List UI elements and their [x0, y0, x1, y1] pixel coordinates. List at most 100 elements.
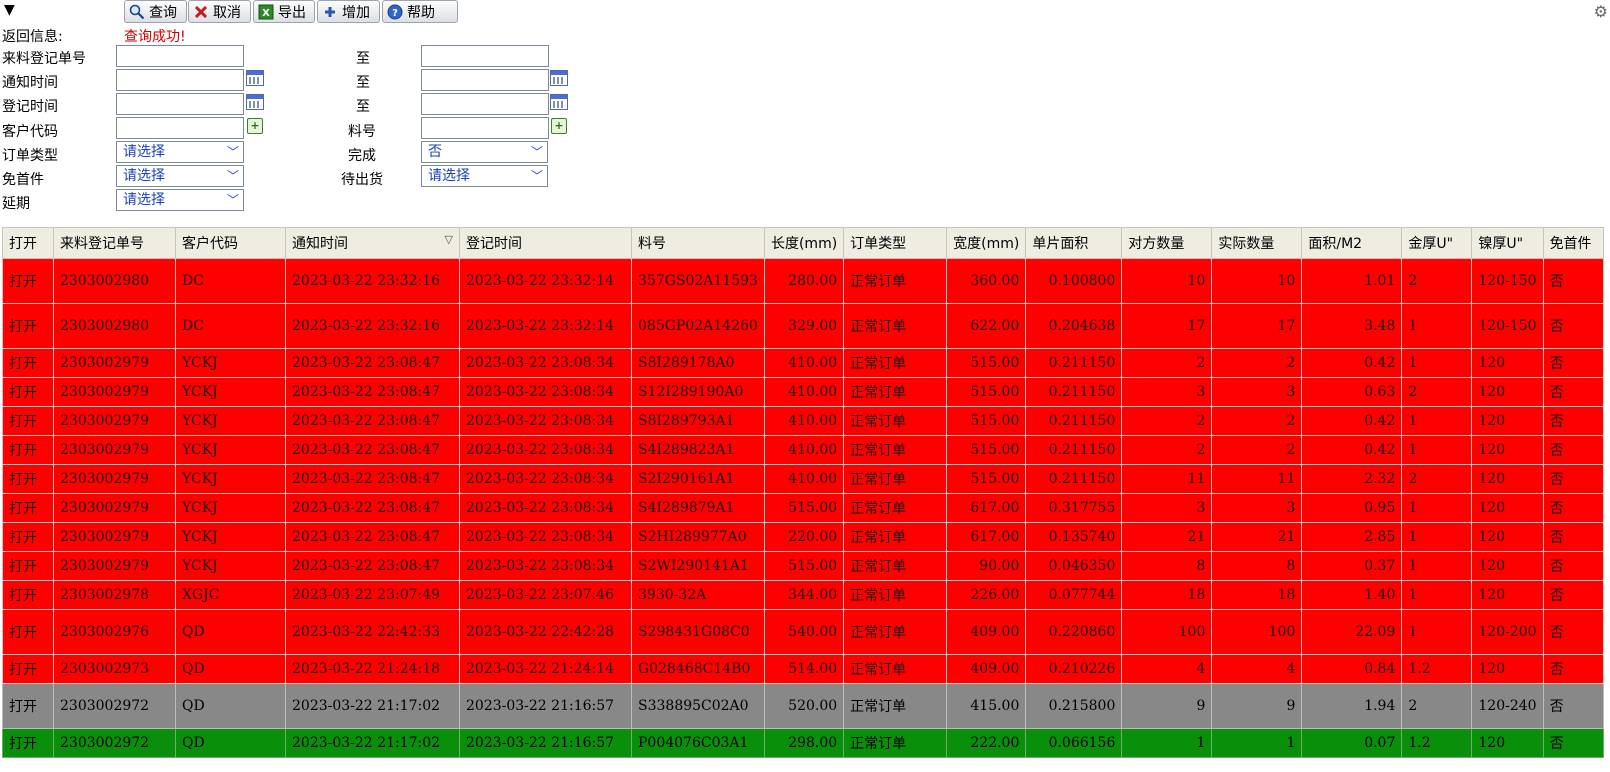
- open-link[interactable]: 打开: [2, 406, 54, 436]
- open-link[interactable]: 打开: [2, 377, 54, 407]
- table-cell: 正常订单: [843, 683, 948, 729]
- open-link[interactable]: 打开: [2, 609, 54, 655]
- table-cell: QD: [175, 609, 286, 655]
- table-cell: 18: [1211, 580, 1303, 610]
- open-link[interactable]: 打开: [2, 551, 54, 581]
- table-cell: 2023-03-22 23:08:47: [285, 406, 460, 436]
- table-cell: 0.100800: [1025, 258, 1123, 304]
- cancel-button[interactable]: 取消: [188, 0, 251, 23]
- table-cell: YCKJ: [175, 464, 286, 494]
- part-no-input[interactable]: [421, 117, 549, 139]
- column-header[interactable]: 客户代码: [175, 227, 286, 259]
- table-cell: 2: [1211, 435, 1303, 465]
- table-cell: 9: [1211, 683, 1303, 729]
- customer-code-input[interactable]: [116, 117, 244, 139]
- receipt-no-to-input[interactable]: [421, 45, 549, 67]
- table-cell: 0.215800: [1025, 683, 1123, 729]
- customer-lookup-icon[interactable]: +: [247, 118, 263, 134]
- open-link[interactable]: 打开: [2, 493, 54, 523]
- column-header[interactable]: 宽度(mm): [946, 227, 1027, 259]
- help-button[interactable]: ? 帮助: [382, 0, 458, 23]
- order-type-select[interactable]: 请选择 ﹀: [116, 141, 244, 163]
- table-cell: 9: [1121, 683, 1213, 729]
- table-cell: 2023-03-22 23:08:47: [285, 377, 460, 407]
- notify-time-from-calendar-icon[interactable]: [246, 70, 264, 86]
- register-time-from-input[interactable]: [116, 93, 244, 115]
- first-article-select[interactable]: 请选择 ﹀: [116, 165, 244, 187]
- table-cell: S298431G08C0: [631, 609, 765, 655]
- column-header[interactable]: 单片面积: [1025, 227, 1123, 259]
- query-button[interactable]: 查询: [124, 0, 187, 23]
- completed-select[interactable]: 否 ﹀: [421, 141, 548, 163]
- register-time-from-calendar-icon[interactable]: [246, 94, 264, 110]
- open-link[interactable]: 打开: [2, 348, 54, 378]
- pending-ship-select[interactable]: 请选择 ﹀: [421, 165, 548, 187]
- open-link[interactable]: 打开: [2, 522, 54, 552]
- notify-time-to-calendar-icon[interactable]: [550, 70, 568, 86]
- receipt-no-from-input[interactable]: [116, 45, 244, 67]
- table-cell: 220.00: [763, 522, 845, 552]
- open-link[interactable]: 打开: [2, 303, 54, 349]
- table-cell: G028468C14B0: [631, 654, 765, 684]
- register-time-to-calendar-icon[interactable]: [550, 94, 568, 110]
- table-cell: YCKJ: [175, 493, 286, 523]
- open-link[interactable]: 打开: [2, 654, 54, 684]
- table-cell: 3: [1121, 493, 1213, 523]
- table-cell: 17: [1211, 303, 1303, 349]
- column-header[interactable]: 实际数量: [1211, 227, 1303, 259]
- notify-time-from-input[interactable]: [116, 69, 244, 91]
- register-time-to-input[interactable]: [421, 93, 549, 115]
- column-header[interactable]: 打开: [2, 227, 54, 259]
- open-link[interactable]: 打开: [2, 580, 54, 610]
- column-header[interactable]: 料号: [631, 227, 765, 259]
- gear-icon[interactable]: ⚙: [1594, 2, 1608, 21]
- part-no-lookup-icon[interactable]: +: [551, 118, 567, 134]
- table-cell: 2023-03-22 23:08:47: [285, 464, 460, 494]
- table-cell: 226.00: [946, 580, 1027, 610]
- column-header[interactable]: 金厚U": [1401, 227, 1473, 259]
- column-header[interactable]: 订单类型: [843, 227, 948, 259]
- table-cell: 90.00: [946, 551, 1027, 581]
- table-cell: 2303002980: [53, 303, 176, 349]
- column-header[interactable]: 来料登记单号: [53, 227, 176, 259]
- column-header[interactable]: 登记时间: [459, 227, 632, 259]
- open-link[interactable]: 打开: [2, 464, 54, 494]
- table-cell: DC: [175, 303, 286, 349]
- open-link[interactable]: 打开: [2, 683, 54, 729]
- table-cell: XGJC: [175, 580, 286, 610]
- open-link[interactable]: 打开: [2, 728, 54, 758]
- table-cell: 410.00: [763, 406, 845, 436]
- open-link[interactable]: 打开: [2, 258, 54, 304]
- table-cell: 410.00: [763, 464, 845, 494]
- add-button[interactable]: 增加: [317, 0, 380, 23]
- open-link[interactable]: 打开: [2, 435, 54, 465]
- return-info-label: 返回信息:: [2, 29, 63, 45]
- chevron-down-icon: ﹀: [530, 145, 543, 159]
- table-cell: 515.00: [763, 551, 845, 581]
- table-cell: 120: [1471, 728, 1544, 758]
- column-header[interactable]: 面积/M2: [1301, 227, 1403, 259]
- sort-desc-icon[interactable]: ▽: [445, 233, 453, 246]
- collapse-toggle-icon[interactable]: ▼: [4, 2, 15, 18]
- notify-time-to-input[interactable]: [421, 69, 549, 91]
- table-cell: 1: [1401, 493, 1473, 523]
- table-row: 打开 2303002972 QD 2023-03-22 21:17:02 2023-03…: [2, 683, 1604, 729]
- table-cell: 2303002979: [53, 522, 176, 552]
- table-header-row: 打开 来料登记单号 客户代码 通知时间 ▽ 登记时间 料号 长度(mm) 订单类型…: [2, 227, 1604, 259]
- cancel-icon: [193, 4, 209, 20]
- table-cell: 515.00: [946, 377, 1027, 407]
- table-cell: 2023-03-22 21:17:02: [285, 683, 460, 729]
- table-cell: 否: [1542, 493, 1604, 523]
- table-cell: QD: [175, 654, 286, 684]
- table-cell: 否: [1542, 258, 1604, 304]
- column-header[interactable]: 长度(mm): [763, 227, 845, 259]
- column-header[interactable]: 对方数量: [1121, 227, 1213, 259]
- column-header[interactable]: 镍厚U": [1471, 227, 1544, 259]
- table-cell: 085GP02A14260: [631, 303, 765, 349]
- delay-select[interactable]: 请选择 ﹀: [116, 189, 244, 211]
- table-cell: 否: [1542, 551, 1604, 581]
- export-button[interactable]: X 导出: [253, 0, 315, 23]
- column-header[interactable]: 免首件: [1542, 227, 1604, 259]
- table-cell: 17: [1121, 303, 1213, 349]
- column-header-notify-time[interactable]: 通知时间 ▽: [285, 227, 460, 259]
